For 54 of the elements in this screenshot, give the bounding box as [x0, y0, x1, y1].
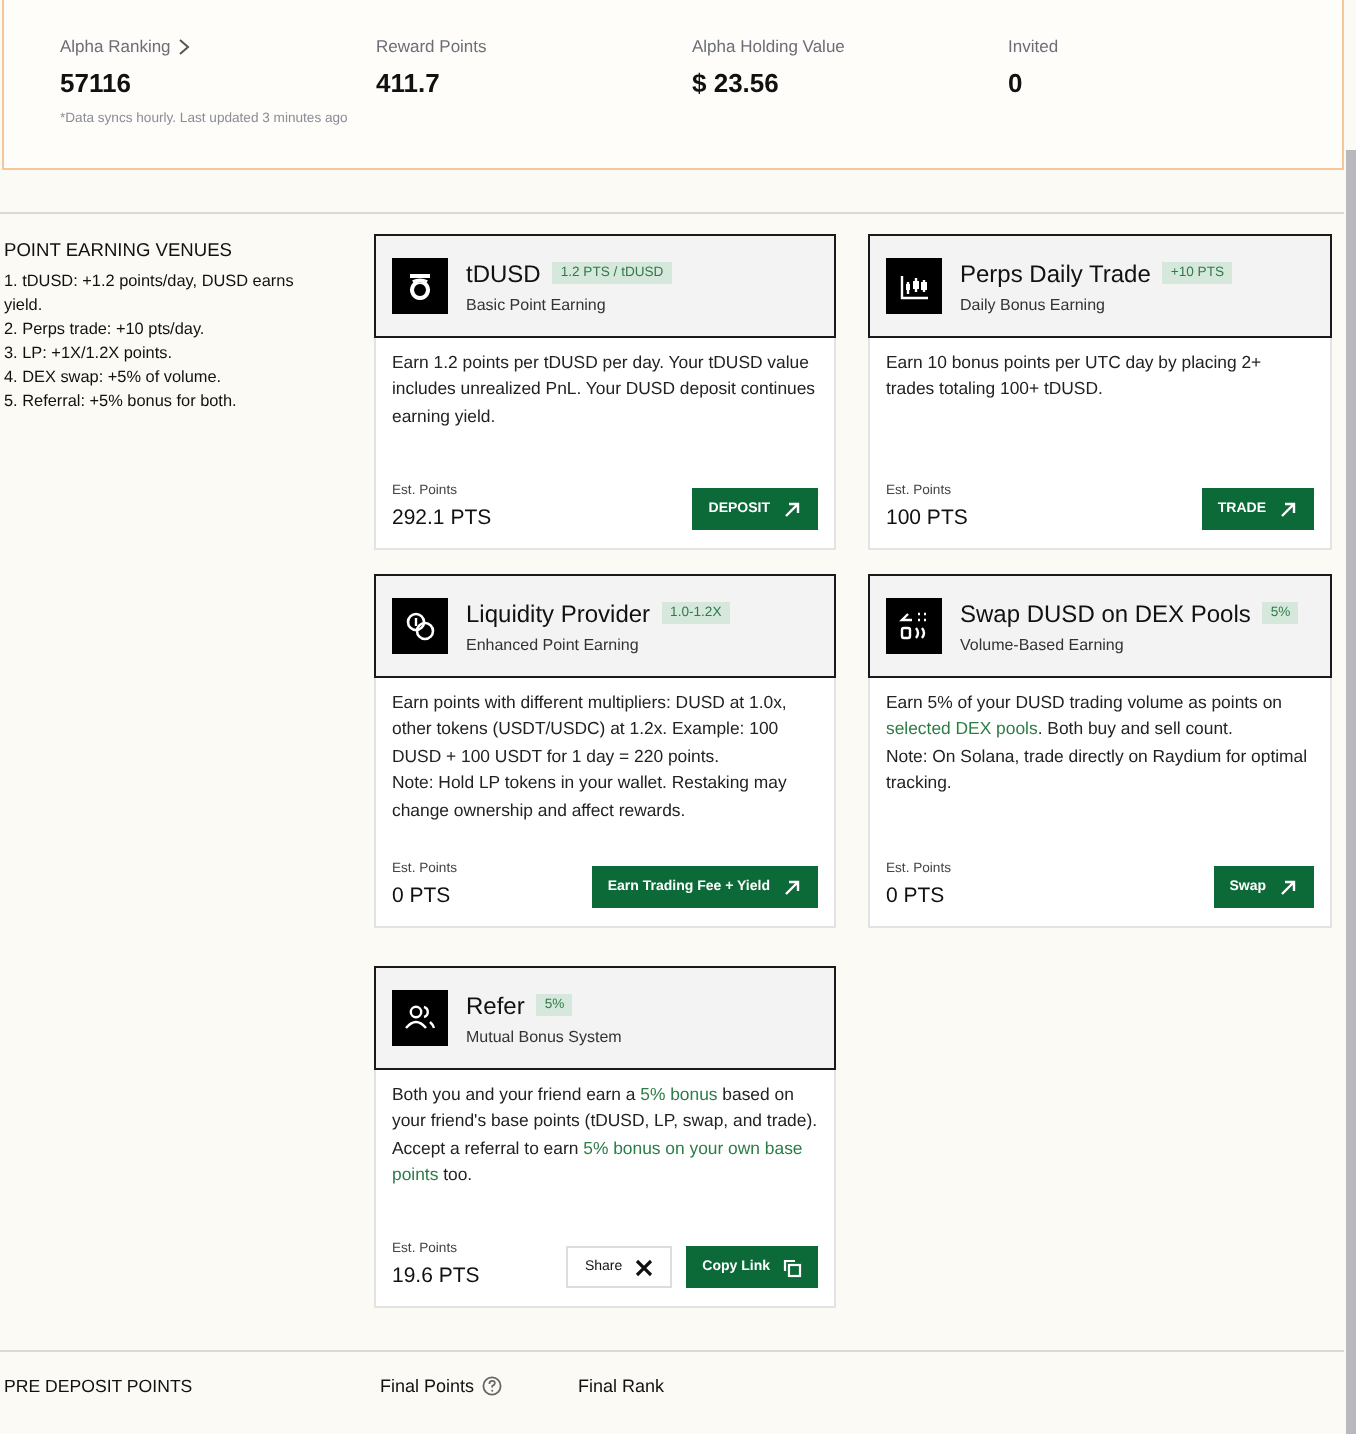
- card-title: Perps Daily Trade: [960, 259, 1151, 287]
- stat-value: $ 23.56: [692, 68, 781, 98]
- candlestick-chart-icon: [886, 258, 942, 314]
- list-item: 5. Referral: +5% bonus for both.: [4, 390, 239, 414]
- column-label: Final Rank: [578, 1376, 665, 1396]
- arrow-up-right-icon: [782, 877, 802, 897]
- stat-label: Reward Points: [376, 36, 487, 56]
- x-logo-icon: [634, 1257, 655, 1277]
- stat-value: 411.7: [376, 68, 442, 98]
- description: Note: On Solana, trade directly on Raydium for optimal tracking.: [886, 743, 1310, 797]
- card-subtitle: Enhanced Point Earning: [466, 635, 641, 653]
- description: Note: Hold LP tokens in your wallet. Restaking may change ownership and affect rewards.: [392, 770, 789, 824]
- list-item: 1. tDUSD: +1.2 points/day, DUSD earns yield.: [4, 270, 296, 318]
- section-heading: PRE DEPOSIT POINTS: [2, 1376, 195, 1396]
- scrollbar[interactable]: [1346, 150, 1356, 1434]
- coins-icon: [392, 598, 448, 654]
- description: Earn points with different multipliers: DUSD at 1.0x, other tokens (USDT/USDC) at 1.2x. Example: 100 DUSD + 100 USDT for 1 day = 220 points.: [392, 690, 789, 770]
- token-icon: [392, 258, 448, 314]
- card-title: tDUSD: [466, 259, 541, 287]
- stat-value: 0: [1008, 68, 1025, 98]
- card-subtitle: Daily Bonus Earning: [960, 295, 1107, 313]
- est-points-value: 100 PTS: [886, 506, 968, 530]
- list-item: 2. Perps trade: +10 pts/day.: [4, 318, 207, 342]
- est-points-value: 0 PTS: [886, 884, 947, 908]
- copy-icon: [782, 1257, 802, 1277]
- stat-label: Invited: [1008, 36, 1059, 56]
- section-heading: POINT EARNING VENUES: [4, 240, 234, 260]
- card-subtitle: Mutual Bonus System: [466, 1027, 622, 1045]
- list-item: 3. LP: +1X/1.2X points.: [4, 342, 174, 366]
- list-item: 4. DEX swap: +5% of volume.: [4, 366, 224, 390]
- arrow-up-right-icon: [1278, 877, 1298, 897]
- arrow-up-right-icon: [782, 499, 802, 519]
- card-title: Refer: [466, 991, 525, 1019]
- description: Earn 1.2 points per tDUSD per day. Your tDUSD value includes unrealized PnL. Your DUSD deposit continues earning yield.: [392, 350, 818, 430]
- card-subtitle: Basic Point Earning: [466, 295, 608, 313]
- help-icon: [482, 1376, 503, 1396]
- description: Both you and your friend earn a 5% bonus based on your friend's base points (tDUSD, LP, swap, and trade).: [392, 1082, 818, 1135]
- card-subtitle: Volume-Based Earning: [960, 635, 1126, 653]
- chevron-right-icon: [178, 37, 191, 55]
- stat-label: Alpha Holding Value: [692, 36, 845, 56]
- card-title: Swap DUSD on DEX Pools: [960, 599, 1251, 627]
- column-label: Final Points: [380, 1376, 475, 1396]
- description: Accept a referral to earn 5% bonus on your own base points too.: [392, 1135, 805, 1189]
- users-icon: [392, 990, 448, 1046]
- swap-icon: [886, 598, 942, 654]
- stat-value: 57116: [60, 68, 133, 98]
- description: Earn 5% of your DUSD trading volume as points on selected DEX pools. Both buy and sell count.: [886, 690, 1284, 743]
- est-points-value: 0 PTS: [392, 884, 453, 908]
- description: Earn 10 bonus points per UTC day by placing 2+ trades totaling 100+ tDUSD.: [886, 350, 1264, 403]
- stat-label[interactable]: Alpha Ranking: [60, 36, 171, 56]
- est-points-value: 292.1 PTS: [392, 506, 492, 530]
- arrow-up-right-icon: [1278, 499, 1298, 519]
- card-title: Liquidity Provider: [466, 599, 651, 627]
- est-points-value: 19.6 PTS: [392, 1264, 480, 1288]
